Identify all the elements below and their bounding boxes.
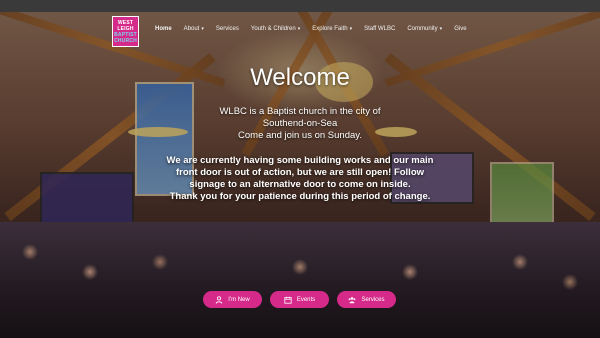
church-logo[interactable]: WEST LEIGH BAPTIST CHURCH: [112, 16, 139, 47]
nav-item-services[interactable]: Services: [216, 26, 239, 32]
caret-down-icon: ▾: [349, 26, 353, 32]
services-button[interactable]: Services: [337, 291, 396, 308]
main-navigation: Home About ▾ Services Youth & Children ▾ E…: [155, 26, 479, 32]
nav-item-youth-children[interactable]: Youth & Children ▾: [251, 26, 300, 32]
user-icon: [216, 295, 223, 304]
im-new-button[interactable]: I'm New: [203, 291, 262, 308]
intro-text: WLBC is a Baptist church in the city of …: [219, 106, 381, 141]
nav-item-community[interactable]: Community ▾: [407, 26, 442, 32]
nav-item-about[interactable]: About ▾: [184, 26, 204, 32]
building-works-notice: We are currently having some building wo…: [166, 155, 434, 202]
nav-item-home[interactable]: Home: [155, 26, 172, 32]
nav-item-give[interactable]: Give: [454, 26, 466, 32]
people-icon: [349, 296, 356, 303]
caret-down-icon: ▾: [201, 26, 204, 32]
nav-item-staff[interactable]: Staff WLBC: [364, 26, 395, 32]
page-title: Welcome: [250, 64, 350, 91]
events-button[interactable]: Events: [270, 291, 329, 308]
browser-top-bar: [0, 0, 600, 12]
caret-down-icon: ▾: [297, 26, 301, 32]
nav-item-explore-faith[interactable]: Explore Faith ▾: [312, 26, 352, 32]
caret-down-icon: ▾: [439, 26, 443, 32]
calendar-icon: [284, 296, 292, 304]
